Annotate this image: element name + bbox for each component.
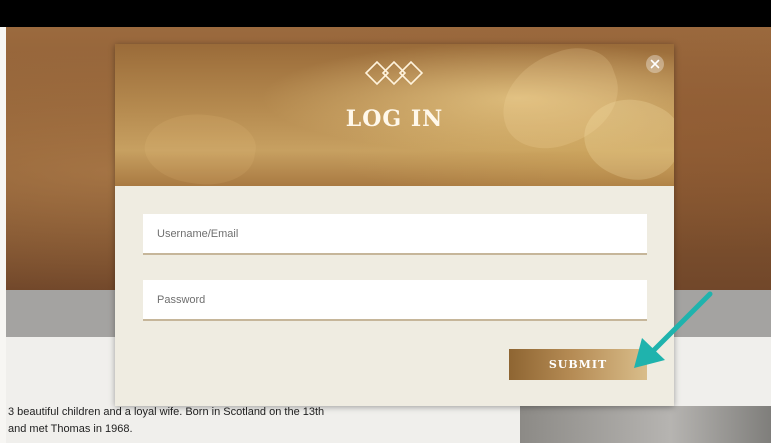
close-icon (650, 59, 660, 69)
username-email-input[interactable] (143, 214, 647, 255)
biography-line: 3 beautiful children and a loyal wife. B… (8, 406, 325, 418)
biography-line: and met Thomas in 1968. (8, 423, 133, 435)
modal-header: LOG IN (115, 44, 674, 186)
modal-title: LOG IN (345, 106, 444, 132)
close-button[interactable] (646, 55, 664, 73)
interlocking-diamonds-icon (364, 60, 424, 86)
submit-button[interactable]: SUBMIT (509, 349, 647, 380)
top-bar (0, 0, 771, 27)
biography-text: 3 beautiful children and a loyal wife. B… (8, 404, 478, 438)
photo-thumbnail (520, 406, 771, 443)
password-input[interactable] (143, 280, 647, 321)
login-modal: LOG IN SUBMIT (115, 44, 674, 406)
